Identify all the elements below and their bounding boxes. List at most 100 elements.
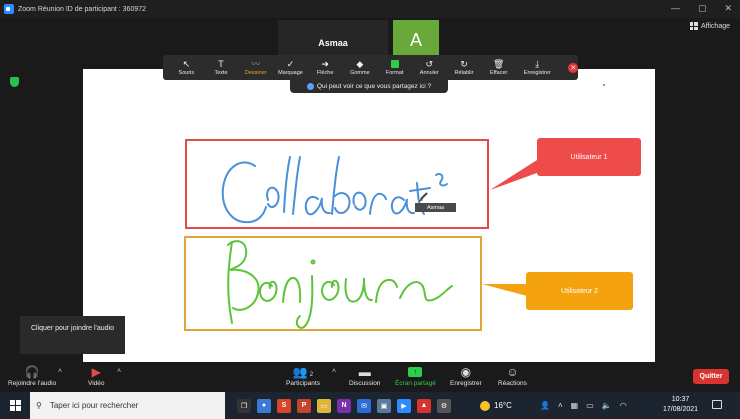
text-icon: T [218, 59, 224, 69]
file-explorer-icon[interactable]: ▭ [317, 398, 331, 413]
video-off-icon: ▶ [91, 365, 101, 379]
task-view-icon[interactable]: ❐ [237, 398, 251, 413]
participants-label: Participants [286, 380, 320, 387]
wifi-icon[interactable]: ◠ [620, 401, 627, 410]
maximize-icon[interactable]: ▢ [698, 3, 707, 14]
taskbar-search[interactable]: ⚲ Taper ici pour rechercher [30, 392, 225, 419]
tool-draw[interactable]: 〰 Dessiner [238, 55, 273, 80]
start-button[interactable] [0, 392, 30, 419]
tool-clear[interactable]: 🗑 Effacer [481, 55, 516, 80]
mail-icon[interactable]: ✉ [357, 398, 371, 413]
record-button[interactable]: ◉ Enregistrer [450, 364, 482, 387]
tool-format[interactable]: Format [377, 55, 412, 80]
temperature: 16°C [494, 401, 512, 410]
share-label: Écran partagé [395, 380, 436, 387]
callout-user-2: Utilisateur 2 [526, 272, 633, 310]
pointer-dot [603, 84, 605, 86]
snip-icon[interactable]: S [277, 398, 291, 413]
close-toolbar-icon[interactable]: ✕ [568, 62, 579, 73]
annotation-box-orange [184, 236, 482, 331]
taskbar-apps: ❐ ● S P ▭ N ✉ ▣ ▶ ▲ ⚙ [237, 398, 451, 413]
chat-label: Discussion [349, 380, 381, 387]
video-options-caret[interactable]: ˄ [117, 368, 121, 375]
taskbar-clock[interactable]: 10:37 17/08/2021 [663, 395, 698, 415]
tool-label: Enregistrer [523, 70, 551, 76]
annotation-box-red [185, 139, 489, 229]
search-icon: ⚲ [36, 401, 42, 410]
zoom-app-icon[interactable]: ▶ [397, 398, 411, 413]
chat-button[interactable]: ▬ Discussion [349, 364, 380, 387]
audio-options-caret[interactable]: ˄ [58, 368, 62, 375]
arrow-icon: ➜ [321, 59, 329, 69]
join-audio-button[interactable]: 🎧 Rejoindre l'audio [8, 364, 56, 387]
onenote-icon[interactable]: N [337, 398, 351, 413]
tool-mouse[interactable]: ↖ Souris [169, 55, 204, 80]
tool-label: Souris [178, 70, 195, 76]
time: 10:37 [671, 396, 690, 403]
video-label: Vidéo [88, 380, 105, 387]
tool-label: Rétablir [454, 70, 474, 76]
windows-logo-icon [9, 400, 21, 411]
redo-icon: ↻ [460, 59, 468, 69]
tool-label: Format [385, 69, 404, 76]
window-titlebar: Zoom Réunion ID de participant : 360972 … [0, 0, 740, 18]
reactions-button[interactable]: ☺ Réactions [498, 364, 527, 387]
callout-user-1: Utilisateur 1 [537, 138, 641, 176]
participants-button[interactable]: 👥 2 Participants [286, 364, 320, 387]
windows-taskbar: ⚲ Taper ici pour rechercher ❐ ● S P ▭ N … [0, 392, 740, 419]
tool-redo[interactable]: ↻ Rétablir [447, 55, 482, 80]
who-can-see-label: Qui peut voir ce que vous partagez ici ? [316, 83, 432, 90]
chat-icon: ▬ [358, 365, 371, 379]
headphones-icon: 🎧 [24, 365, 40, 379]
tool-stamp[interactable]: ✓ Marquage [273, 55, 308, 80]
video-button[interactable]: ▶ Vidéo [88, 364, 105, 387]
participants-options-caret[interactable]: ˄ [332, 368, 336, 375]
quit-button[interactable]: Quitter [693, 369, 729, 384]
settings-icon[interactable]: ⚙ [437, 398, 451, 413]
who-can-see-button[interactable]: Qui peut voir ce que vous partagez ici ? [290, 80, 448, 93]
date: 17/08/2021 [663, 406, 699, 413]
people-icon [306, 83, 314, 90]
volume-icon[interactable]: 🔈 [602, 401, 612, 410]
view-label: Affichage [700, 22, 730, 30]
security-shield-icon[interactable] [10, 77, 19, 87]
pen-icon: 〰 [251, 59, 261, 69]
window-title: Zoom Réunion ID de participant : 360972 [18, 5, 147, 13]
tool-save[interactable]: ⤓ Enregistrer [516, 55, 558, 80]
join-audio-label: Rejoindre l'audio [8, 380, 57, 387]
chevron-up-icon[interactable]: ˄ [558, 401, 563, 410]
close-window-icon[interactable]: ✕ [724, 3, 732, 14]
window-controls: — ▢ ✕ [671, 3, 732, 14]
view-button[interactable]: Affichage [689, 22, 730, 30]
people-tray-icon[interactable]: 👤 [540, 401, 550, 410]
reactions-icon: ☺ [506, 365, 519, 379]
undo-icon: ↺ [425, 59, 434, 69]
checkmark-icon: ✓ [286, 59, 295, 69]
chrome-icon[interactable]: ● [257, 398, 271, 413]
powerpoint-icon[interactable]: P [297, 398, 311, 413]
photos-icon[interactable]: ▣ [377, 398, 391, 413]
search-placeholder: Taper ici pour rechercher [49, 401, 139, 410]
tool-label: Annuler [419, 70, 439, 76]
weather-widget[interactable]: 16°C [480, 392, 512, 419]
reactions-label: Réactions [498, 380, 527, 387]
tool-text[interactable]: T Texte [204, 55, 239, 80]
tool-arrow[interactable]: ➜ Flèche [308, 55, 343, 80]
tool-label: Marquage [278, 70, 303, 76]
record-label: Enregistrer [450, 380, 482, 387]
notifications-icon[interactable] [712, 400, 722, 409]
meeting-controls: 🎧 Rejoindre l'audio ˄ ▶ Vidéo ˄ 👥 2 Parti… [0, 362, 740, 392]
minimize-icon[interactable]: — [671, 3, 680, 14]
annotation-toolbar: ↖ Souris T Texte 〰 Dessiner ✓ Marquage ➜… [163, 55, 579, 80]
share-screen-icon: ↑ [408, 367, 423, 377]
app-icon[interactable]: ▲ [417, 398, 431, 413]
tool-eraser[interactable]: ◆ Gomme [343, 55, 378, 80]
share-screen-button[interactable]: ↑ Écran partagé [395, 364, 436, 387]
network-icon[interactable]: ▦ [571, 401, 579, 410]
record-icon: ◉ [460, 365, 472, 379]
battery-icon[interactable]: ▭ [586, 401, 594, 410]
grid-view-icon [689, 22, 698, 30]
tool-undo[interactable]: ↺ Annuler [412, 55, 447, 80]
color-swatch-icon [390, 59, 399, 68]
tool-label: Dessiner [244, 70, 267, 76]
